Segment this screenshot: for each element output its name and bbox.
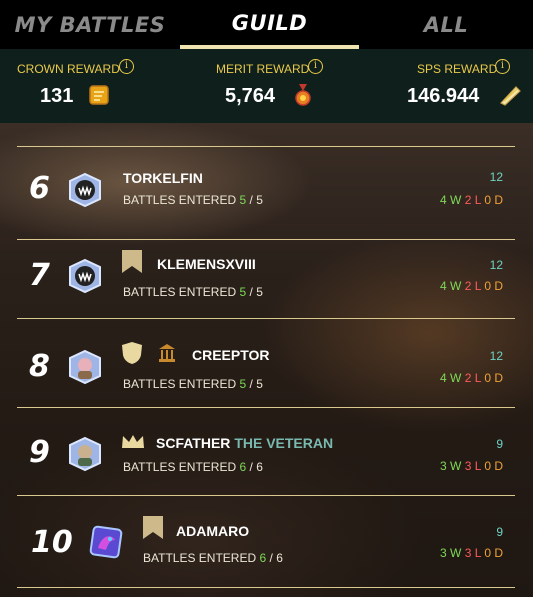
temple-icon — [159, 344, 175, 362]
player-name[interactable]: CREEPTOR — [192, 347, 270, 363]
merit-medal-icon — [295, 84, 311, 106]
rank: 9 — [29, 435, 50, 470]
win-loss-draw: 4 W 2 L 0 D — [440, 279, 503, 293]
win-loss-draw: 4 W 2 L 0 D — [440, 371, 503, 385]
score: 9 — [496, 437, 503, 451]
shield-icon — [122, 342, 142, 364]
sps-reward: SPS REWARD i 146.944 — [356, 49, 533, 123]
battles-entered: BATTLES ENTERED 6 / 6 — [123, 460, 263, 474]
battles-entered: BATTLES ENTERED 5 / 5 — [123, 285, 263, 299]
win-loss-draw: 3 W 3 L 0 D — [440, 546, 503, 560]
player-name[interactable]: ADAMARO — [176, 523, 249, 539]
win-loss-draw: 4 W 2 L 0 D — [440, 193, 503, 207]
rank: 7 — [29, 258, 50, 293]
crown-icon — [122, 435, 144, 448]
score: 12 — [489, 349, 503, 363]
score: 12 — [489, 258, 503, 272]
battles-entered: BATTLES ENTERED 5 / 5 — [123, 193, 263, 207]
tab-my-battles[interactable]: MY BATTLES — [0, 0, 180, 49]
crown-token-icon — [89, 85, 109, 105]
merit-reward-label: MERIT REWARD — [216, 62, 310, 76]
banner-icon — [122, 250, 142, 273]
rewards-bar: CROWN REWARD i 131 MERIT REWARD i 5,764 … — [0, 49, 533, 123]
tab-bar: MY BATTLES GUILD ALL — [0, 0, 533, 49]
list-item[interactable]: 10 ADAMARO BATTLES ENTERED 6 / 6 9 3 W 3… — [17, 495, 515, 588]
player-name[interactable]: KLEMENSXVIII — [157, 256, 256, 272]
banner-icon — [143, 516, 163, 539]
dragon-avatar — [89, 525, 123, 559]
list-item[interactable]: 7 KLEMENSXVIII BATTLES ENTERED 5 / 5 12 … — [17, 239, 515, 318]
player-name[interactable]: SCFATHER THE VETERAN — [156, 435, 333, 451]
rank: 10 — [31, 525, 73, 560]
crown-reward: CROWN REWARD i 131 — [0, 49, 178, 123]
tab-all[interactable]: ALL — [359, 0, 533, 49]
sps-reward-label: SPS REWARD — [417, 62, 498, 76]
score: 9 — [496, 525, 503, 539]
tab-guild[interactable]: GUILD — [180, 0, 359, 49]
sps-info-icon[interactable]: i — [495, 59, 510, 74]
list-item[interactable]: 6 TORKELFIN BATTLES ENTERED 5 / 5 12 4 W… — [17, 146, 515, 239]
crown-info-icon[interactable]: i — [119, 59, 134, 74]
monster-avatar — [69, 172, 101, 208]
player-title: THE VETERAN — [234, 435, 334, 451]
list-item[interactable]: 8 CREEPTOR BATTLES ENTERED 5 / 5 12 4 W … — [17, 318, 515, 407]
sps-token-icon — [500, 86, 521, 106]
merit-reward-value: 5,764 — [225, 85, 276, 107]
win-loss-draw: 3 W 3 L 0 D — [440, 459, 503, 473]
rank: 6 — [29, 171, 50, 206]
monster-avatar — [69, 258, 101, 294]
character-avatar — [69, 349, 101, 385]
battles-entered: BATTLES ENTERED 5 / 5 — [123, 377, 263, 391]
merit-reward: MERIT REWARD i 5,764 — [178, 49, 356, 123]
battles-entered: BATTLES ENTERED 6 / 6 — [143, 551, 283, 565]
crown-reward-value: 131 — [40, 85, 74, 107]
crown-reward-label: CROWN REWARD — [17, 62, 120, 76]
rank: 8 — [29, 349, 50, 384]
sps-reward-value: 146.944 — [407, 85, 480, 107]
player-name[interactable]: TORKELFIN — [123, 170, 203, 186]
list-item[interactable]: 9 SCFATHER THE VETERAN BATTLES ENTERED 6… — [17, 407, 515, 495]
character-avatar — [69, 436, 101, 472]
score: 12 — [489, 170, 503, 184]
merit-info-icon[interactable]: i — [308, 59, 323, 74]
